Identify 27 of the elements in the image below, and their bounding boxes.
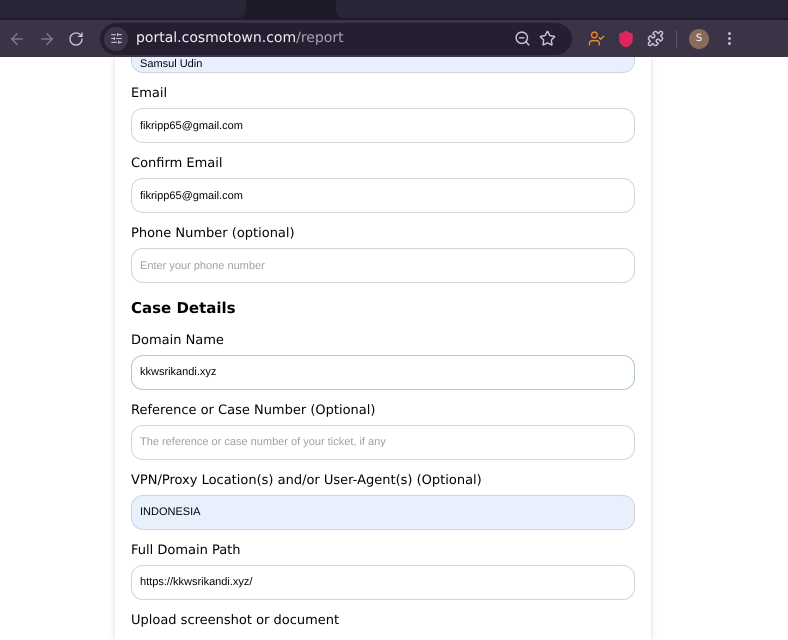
field-label: Full Domain Path (131, 542, 242, 560)
input-field[interactable]: Enter your phone number (131, 248, 635, 283)
extensions-icon[interactable] (647, 30, 664, 47)
input-field[interactable]: kkwsrikandi.xyz (131, 354, 635, 390)
field-label: VPN/Proxy Location(s) and/or User-Agent(s) (Optional) (131, 472, 483, 490)
url-text: portal.cosmotown.com/report (136, 29, 344, 48)
input-field[interactable]: https://kkwsrikandi.xyz/ (131, 564, 635, 600)
field-label: Reference or Case Number (Optional) (131, 402, 376, 420)
site-settings-icon[interactable] (104, 26, 128, 50)
field-label: Confirm Email (131, 155, 224, 173)
address-bar[interactable]: portal.cosmotown.com/report (100, 22, 572, 54)
shield-icon[interactable] (617, 30, 635, 48)
field-label: Upload screenshot or document (131, 612, 340, 630)
person-check-icon[interactable] (588, 30, 605, 47)
reload-icon[interactable] (68, 30, 84, 46)
field-label: Phone Number (optional) (131, 225, 296, 243)
input-field[interactable]: fikripp65@gmail.com (131, 178, 635, 213)
input-field[interactable]: The reference or case number of your ticket, if any (131, 424, 635, 460)
profile-avatar[interactable]: S (689, 28, 709, 48)
field-label: Domain Name (131, 332, 225, 350)
zoom-out-icon[interactable] (514, 30, 531, 47)
input-field[interactable]: fikripp65@gmail.com (131, 108, 635, 143)
bookmark-star-icon[interactable] (539, 30, 556, 47)
input-field[interactable]: INDONESIA (131, 494, 635, 530)
section-heading: Case Details (131, 298, 237, 319)
field-label: Email (131, 85, 168, 103)
input-field[interactable]: Samsul Udin (131, 57, 635, 73)
